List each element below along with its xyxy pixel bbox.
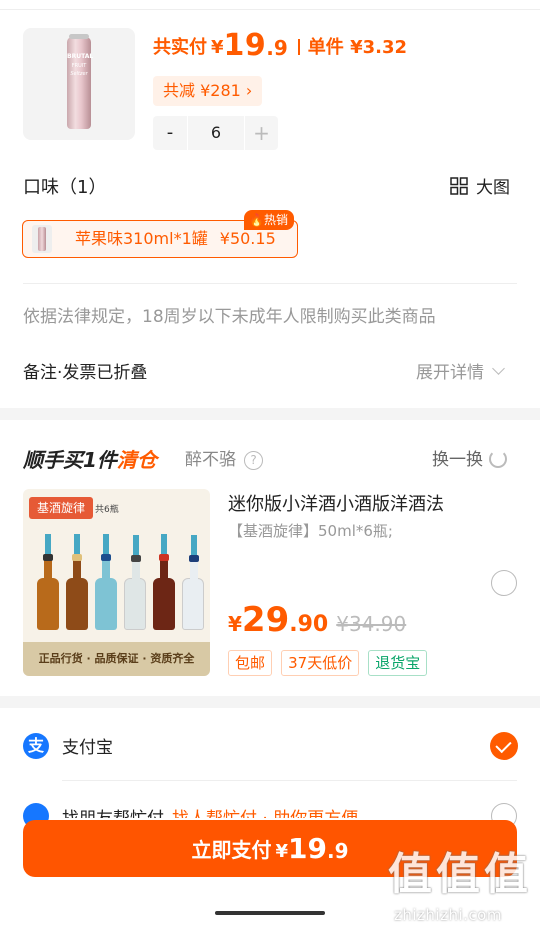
expand-details-button[interactable]: 展开详情 (416, 358, 505, 383)
order-summary-card: BRUTAL FRUIT Seltzer 共实付 ¥19.9 单件 ¥3.32 共减… (0, 10, 540, 408)
refresh-icon (489, 450, 507, 468)
bottle-image (37, 534, 59, 630)
flavor-price: ¥50.15 (219, 229, 276, 248)
can-image: BRUTAL FRUIT Seltzer (67, 34, 94, 129)
chevron-down-icon (492, 362, 505, 375)
watermark-glyph: 值 (436, 849, 480, 900)
bottle-image (153, 534, 175, 630)
image-brand-tag: 基酒旋律 (29, 497, 94, 519)
addon-select-radio[interactable] (491, 570, 517, 596)
product-thumbnail[interactable]: BRUTAL FRUIT Seltzer (23, 28, 135, 140)
pay-int: 19 (223, 28, 267, 63)
quantity-stepper: - 6 + (153, 116, 278, 150)
watermark: 值 值 值 zhizhizhi.com (388, 850, 538, 930)
addon-badges: 包邮 37天低价 退货宝 (228, 650, 431, 676)
flavor-name: 苹果味310ml*1罐 (75, 229, 208, 248)
flavor-thumbnail (32, 225, 52, 253)
swap-button[interactable]: 换一换 (432, 445, 507, 470)
addon-price-currency: ¥ (228, 612, 242, 636)
bottle-image (124, 535, 146, 630)
divider (62, 780, 517, 781)
addon-product-spec: 【基酒旋律】50ml*6瓶; (228, 522, 393, 540)
separator (297, 39, 300, 55)
pay-now-currency: ¥ (275, 841, 289, 862)
grid-icon (450, 177, 468, 195)
unit-price: 单件 ¥3.32 (307, 37, 407, 58)
top-edge (0, 0, 540, 10)
image-count-tag: 共6瓶 (95, 505, 119, 515)
badge-low-price: 37天低价 (281, 650, 360, 676)
addon-price: ¥29.90 ¥34.90 (228, 600, 406, 640)
remark-invoice-label: 备注·发票已折叠 (23, 363, 148, 383)
addon-product-image[interactable]: 基酒旋律 共6瓶 正品行货 · 品质保证 · 资质齐全 (23, 489, 210, 676)
discount-detail-button[interactable]: 共减 ¥281 › (153, 76, 263, 106)
help-icon[interactable]: ? (244, 451, 263, 470)
swap-label: 换一换 (432, 450, 483, 470)
hot-sale-badge: 🔥热销 (244, 210, 294, 230)
quantity-plus-button[interactable]: + (245, 116, 278, 150)
can-sub-text: Seltzer (70, 71, 88, 77)
pay-now-dec: .9 (326, 839, 349, 863)
divider (23, 283, 517, 284)
alipay-selected-check[interactable] (490, 732, 518, 760)
legal-notice: 依据法律规定，18周岁以下未成年人限制购买此类商品 (23, 307, 436, 327)
addon-price-dec: .90 (289, 612, 329, 637)
friend-pay-label: 找朋友帮忙付 (62, 809, 164, 818)
pay-total-label: 共实付 (153, 37, 207, 58)
flavor-title: 口味（1） (23, 177, 107, 198)
drunk-text: 醉不骆 (185, 450, 236, 470)
watermark-glyph: 值 (484, 849, 528, 900)
alipay-icon: 支 (23, 733, 49, 759)
image-guarantee-strip: 正品行货 · 品质保证 · 资质齐全 (23, 642, 210, 676)
can-line-text: FRUIT (71, 63, 87, 69)
bottle-image (66, 534, 88, 630)
pay-currency: ¥ (211, 37, 224, 58)
addon-price-int: 29 (241, 600, 290, 640)
addon-title-prefix: 顺手买1件 (23, 448, 117, 472)
can-brand-text: BRUTAL (67, 53, 94, 60)
friend-pay-option[interactable]: 找朋友帮忙付找人帮忙付 · 助你更方便 (62, 804, 382, 818)
addon-original-price: ¥34.90 (336, 612, 407, 636)
big-view-button[interactable]: 大图 (450, 173, 510, 198)
quantity-value[interactable]: 6 (187, 116, 245, 150)
addon-title-clearance: 清仓 (116, 448, 157, 472)
bottle-image (95, 534, 117, 630)
bottle-image (182, 535, 204, 630)
pay-total: 共实付 ¥19.9 单件 ¥3.32 (153, 28, 407, 63)
big-view-label: 大图 (476, 178, 510, 198)
badge-free-shipping: 包邮 (228, 650, 273, 676)
pay-now-int: 19 (288, 832, 327, 865)
addon-product-name[interactable]: 迷你版小洋酒小酒版洋酒法 (228, 490, 444, 516)
home-indicator[interactable] (215, 911, 325, 915)
watermark-glyph: 值 (388, 849, 432, 900)
expand-label: 展开详情 (416, 363, 484, 383)
addon-card: 顺手买1件清仓 醉不骆? 换一换 基酒旋律 共6瓶 正品行货 · 品质保证 · … (0, 420, 540, 696)
quantity-minus-button[interactable]: - (153, 116, 187, 150)
friend-pay-sub: 找人帮忙付 · 助你更方便 (172, 809, 358, 818)
pay-now-label: 立即支付 (191, 838, 272, 862)
badge-return-insurance: 退货宝 (368, 650, 428, 676)
alipay-label[interactable]: 支付宝 (62, 733, 113, 758)
addon-title: 顺手买1件清仓 (23, 444, 157, 473)
pay-dec: .9 (266, 36, 288, 60)
watermark-url: zhizhizhi.com (394, 906, 502, 924)
drunk-label: 醉不骆? (185, 445, 263, 470)
